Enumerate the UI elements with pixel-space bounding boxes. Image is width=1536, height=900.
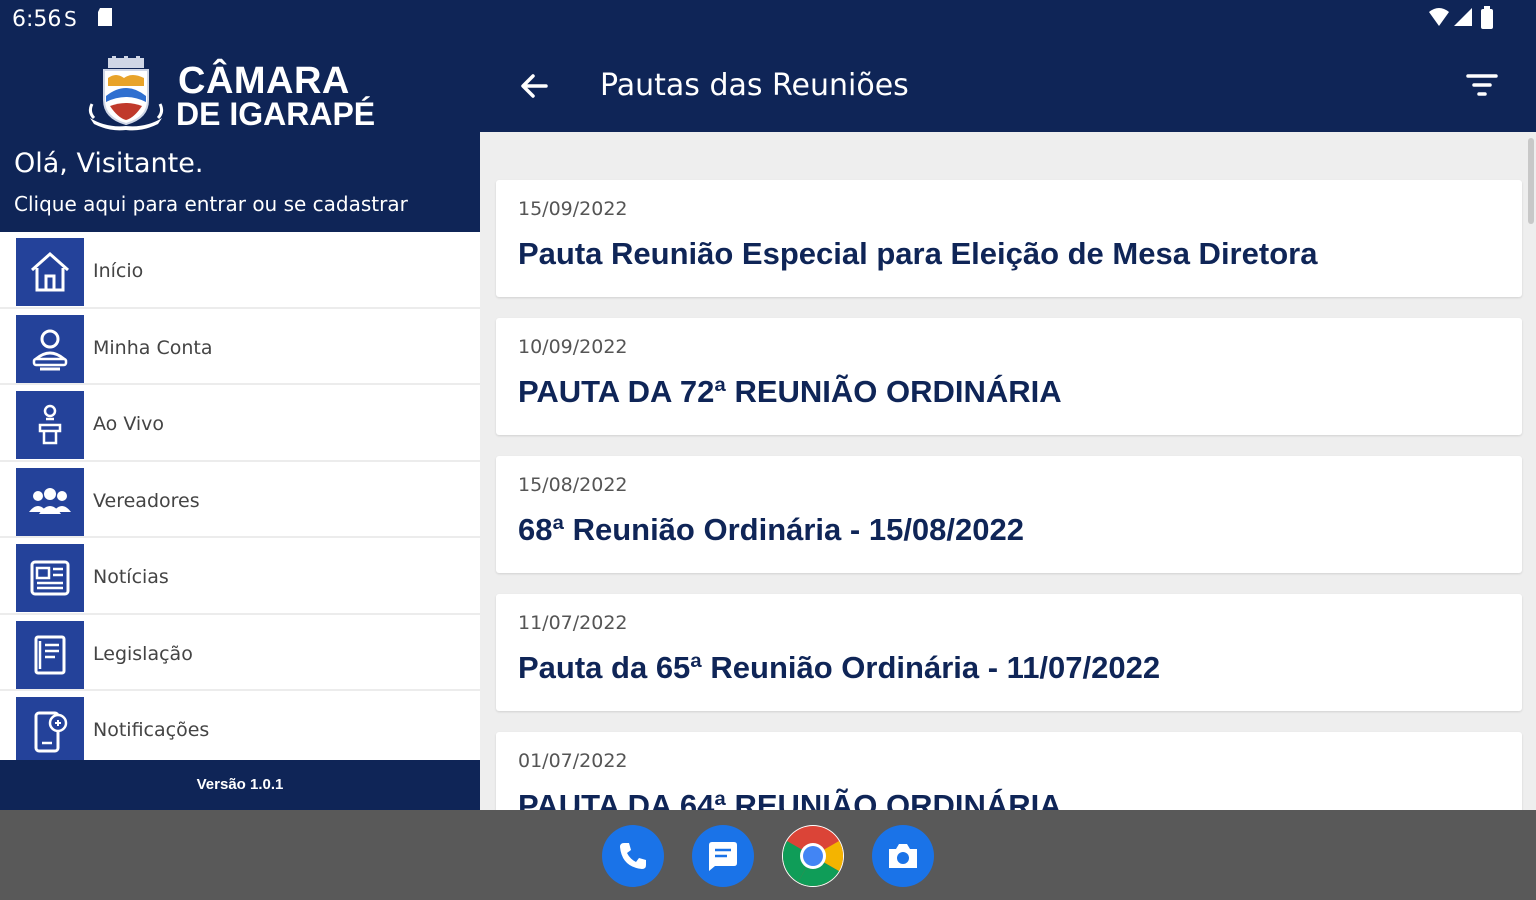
wifi-icon: [1428, 6, 1450, 34]
people-group-icon: [16, 467, 84, 536]
user-account-icon: [16, 314, 84, 383]
svg-text:S: S: [64, 7, 77, 31]
page-title: Pautas das Reuniões: [600, 68, 909, 103]
menu-item-inicio[interactable]: Início: [0, 232, 480, 309]
book-icon: [16, 620, 84, 689]
card-date: 11/07/2022: [518, 612, 628, 634]
s-app-icon: S: [62, 6, 82, 38]
menu-item-label: Início: [93, 260, 144, 282]
login-link[interactable]: Clique aqui para entrar ou se cadastrar: [14, 192, 408, 216]
menu-item-label: Notificações: [93, 719, 210, 741]
menu-item-noticias[interactable]: Notícias: [0, 538, 480, 615]
status-bar: 6:56 S: [0, 0, 1536, 40]
card-title: 68ª Reunião Ordinária - 15/08/2022: [518, 512, 1024, 547]
menu-item-legislacao[interactable]: Legislação: [0, 615, 480, 691]
coat-of-arms-logo: [86, 56, 166, 132]
menu-item-label: Legislação: [93, 642, 193, 665]
menu-item-ao-vivo[interactable]: Ao Vivo: [0, 385, 480, 462]
back-arrow-icon[interactable]: [516, 68, 552, 104]
notification-phone-icon: [16, 697, 84, 760]
card-title: Pauta da 65ª Reunião Ordinária - 11/07/2…: [518, 650, 1161, 685]
menu-item-minha-conta[interactable]: Minha Conta: [0, 309, 480, 385]
meeting-agenda-list[interactable]: 15/09/2022 Pauta Reunião Especial para E…: [480, 132, 1536, 810]
signal-icon: [1454, 6, 1474, 34]
card-date: 01/07/2022: [518, 750, 628, 772]
app-version: Versão 1.0.1: [0, 760, 480, 810]
card-title: Pauta Reunião Especial para Eleição de M…: [518, 236, 1318, 271]
card-date: 15/09/2022: [518, 198, 628, 220]
menu-item-label: Ao Vivo: [93, 413, 165, 435]
agenda-card[interactable]: 15/08/2022 68ª Reunião Ordinária - 15/08…: [496, 456, 1522, 573]
scrollbar[interactable]: [1528, 138, 1534, 224]
card-title: PAUTA DA 64ª REUNIÃO ORDINÁRIA: [518, 788, 1062, 810]
navigation-drawer: CÂMARA DE IGARAPÉ Olá, Visitante. Clique…: [0, 40, 480, 810]
home-icon: [16, 238, 84, 306]
live-podium-icon: [16, 391, 84, 459]
newspaper-icon: [16, 544, 84, 612]
agenda-card[interactable]: 10/09/2022 PAUTA DA 72ª REUNIÃO ORDINÁRI…: [496, 318, 1522, 435]
status-time: 6:56: [12, 7, 62, 32]
chrome-icon[interactable]: [782, 825, 844, 887]
system-dock: [0, 810, 1536, 900]
battery-icon: [1480, 6, 1494, 36]
agenda-card[interactable]: 11/07/2022 Pauta da 65ª Reunião Ordinári…: [496, 594, 1522, 711]
agenda-card[interactable]: 15/09/2022 Pauta Reunião Especial para E…: [496, 180, 1522, 297]
sd-card-icon: [96, 6, 114, 34]
phone-icon[interactable]: [602, 825, 664, 887]
drawer-menu: Início Minha Conta Ao Vivo Vereadores No…: [0, 232, 480, 760]
card-date: 10/09/2022: [518, 336, 628, 358]
greeting-text: Olá, Visitante.: [14, 148, 204, 179]
messages-icon[interactable]: [692, 825, 754, 887]
drawer-header[interactable]: CÂMARA DE IGARAPÉ Olá, Visitante. Clique…: [0, 40, 480, 232]
menu-item-vereadores[interactable]: Vereadores: [0, 462, 480, 538]
card-title: PAUTA DA 72ª REUNIÃO ORDINÁRIA: [518, 374, 1062, 409]
camera-icon[interactable]: [872, 825, 934, 887]
app-bar: Pautas das Reuniões: [480, 40, 1536, 132]
menu-item-notificacoes[interactable]: Notificações: [0, 691, 480, 760]
menu-item-label: Minha Conta: [93, 336, 213, 359]
menu-item-label: Vereadores: [93, 489, 200, 512]
card-date: 15/08/2022: [518, 474, 628, 496]
menu-item-label: Notícias: [93, 566, 169, 588]
filter-icon[interactable]: [1464, 70, 1500, 100]
agenda-card[interactable]: 01/07/2022 PAUTA DA 64ª REUNIÃO ORDINÁRI…: [496, 732, 1522, 810]
brand-name-line2: DE IGARAPÉ: [176, 96, 376, 132]
